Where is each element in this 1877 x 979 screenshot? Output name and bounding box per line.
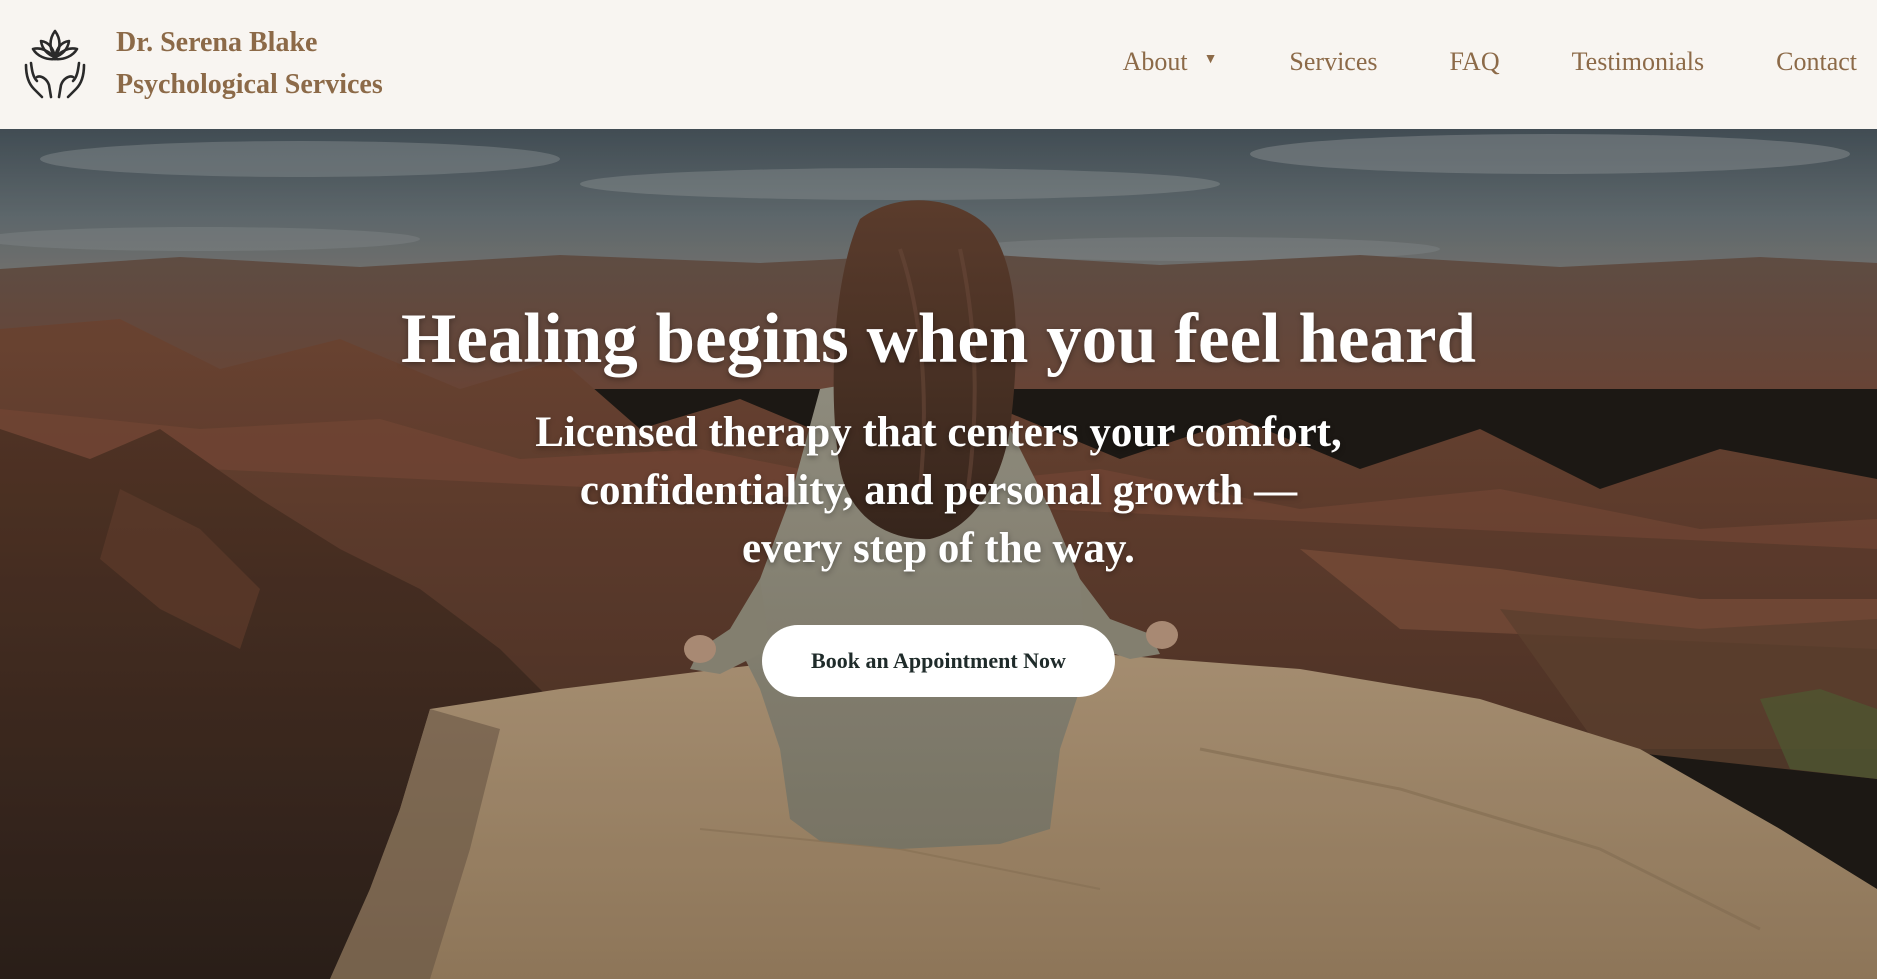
main-nav: About ▼ Services FAQ Testimonials Contac…	[1123, 42, 1857, 82]
hero-section: Healing begins when you feel heard Licen…	[0, 129, 1877, 979]
hero-subtitle: Licensed therapy that centers your comfo…	[0, 404, 1877, 578]
hero-subtitle-line: Licensed therapy that centers your comfo…	[535, 409, 1342, 456]
nav-item-faq[interactable]: FAQ	[1450, 47, 1500, 77]
book-appointment-button[interactable]: Book an Appointment Now	[762, 625, 1115, 697]
hero-title: Healing begins when you feel heard	[401, 300, 1476, 378]
nav-item-testimonials[interactable]: Testimonials	[1572, 47, 1705, 77]
nav-item-contact[interactable]: Contact	[1776, 47, 1857, 77]
lotus-hands-icon[interactable]	[22, 25, 88, 101]
nav-item-services[interactable]: Services	[1289, 47, 1377, 77]
brand-name-line1: Dr. Serena Blake	[116, 27, 318, 58]
brand-name[interactable]: Dr. Serena Blake Psychological Services	[116, 22, 383, 106]
caret-down-icon: ▼	[1203, 52, 1218, 67]
nav-item-about[interactable]: About ▼	[1123, 47, 1218, 77]
hero-subtitle-line: every step of the way.	[742, 525, 1135, 572]
nav-item-about-label: About	[1122, 47, 1188, 76]
hero-subtitle-line: confidentiality, and personal growth —	[579, 467, 1298, 514]
brand-name-line2: Psychological Services	[116, 69, 383, 100]
site-header: Dr. Serena Blake Psychological Services …	[0, 0, 1877, 129]
